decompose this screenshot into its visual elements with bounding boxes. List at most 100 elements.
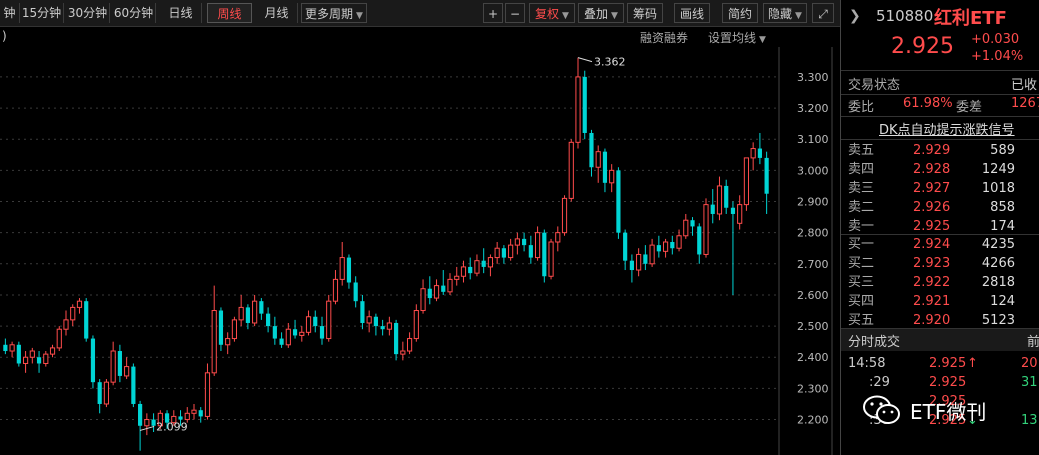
- more-periods-dropdown[interactable]: 更多周期 ▼: [301, 3, 367, 23]
- candle-body-up[interactable]: [191, 409, 197, 414]
- candle-body-down[interactable]: [259, 301, 264, 314]
- candle-body-down[interactable]: [36, 357, 42, 364]
- candle-body-down[interactable]: [131, 366, 136, 404]
- fuquan-dropdown[interactable]: 复权 ▼: [529, 3, 575, 23]
- candle-body-up[interactable]: [487, 257, 494, 268]
- candle-body-down[interactable]: [623, 232, 628, 261]
- candle-body-down[interactable]: [353, 282, 358, 302]
- candle-body-up[interactable]: [737, 204, 743, 224]
- candle-body-up[interactable]: [636, 253, 642, 271]
- candle-body-up[interactable]: [433, 285, 440, 299]
- candle-body-down[interactable]: [90, 338, 96, 383]
- candle-body-up[interactable]: [703, 204, 709, 255]
- candlestick-chart[interactable]: 3.300 3.200 3.100 3.000 2.900 2.800 2.700 2.600…: [0, 47, 840, 455]
- candle-body-up[interactable]: [662, 241, 669, 252]
- candle-body-down[interactable]: [629, 260, 634, 271]
- candle-body-up[interactable]: [110, 350, 116, 383]
- period-week-button[interactable]: 周线: [207, 3, 252, 23]
- candle-body-down[interactable]: [501, 248, 506, 258]
- candle-body-down[interactable]: [730, 207, 736, 214]
- candle-body-down[interactable]: [757, 148, 762, 158]
- candle-body-up[interactable]: [326, 300, 332, 340]
- candle-body-down[interactable]: [670, 242, 675, 249]
- bid-level-row[interactable]: 买四 2.921 124: [841, 292, 1039, 311]
- candle-body-up[interactable]: [508, 244, 514, 259]
- candle-body-down[interactable]: [360, 301, 365, 323]
- candle-body-down[interactable]: [313, 316, 318, 327]
- candle-body-down[interactable]: [117, 351, 122, 376]
- candle-body-down[interactable]: [266, 313, 271, 327]
- candle-body-down[interactable]: [724, 185, 729, 208]
- candle-body-up[interactable]: [305, 316, 312, 333]
- candle-body-up[interactable]: [238, 306, 244, 321]
- candle-body-down[interactable]: [710, 204, 715, 214]
- candle-body-up[interactable]: [568, 141, 574, 199]
- bid-level-row[interactable]: 买一 2.924 4235: [841, 235, 1039, 254]
- candle-body-up[interactable]: [454, 275, 460, 280]
- candle-body-up[interactable]: [595, 151, 601, 168]
- candle-body-down[interactable]: [589, 132, 594, 168]
- candle-body-up[interactable]: [49, 347, 56, 355]
- candle-body-down[interactable]: [394, 322, 399, 355]
- candle-body-up[interactable]: [683, 219, 689, 237]
- candle-body-up[interactable]: [548, 241, 554, 277]
- candle-body-up[interactable]: [555, 232, 561, 243]
- candle-body-down[interactable]: [656, 245, 661, 252]
- candle-body-up[interactable]: [22, 356, 29, 364]
- period-partial-button[interactable]: 钟: [0, 3, 20, 23]
- ask-level-row[interactable]: 卖四 2.928 1249: [841, 160, 1039, 179]
- candle-body-down[interactable]: [16, 344, 21, 364]
- zoom-in-button[interactable]: +: [483, 3, 503, 23]
- ask-level-row[interactable]: 卖二 2.926 858: [841, 198, 1039, 217]
- candle-body-up[interactable]: [676, 235, 682, 249]
- bid-level-row[interactable]: 买二 2.923 4266: [841, 254, 1039, 273]
- candle-body-down[interactable]: [602, 151, 608, 183]
- candle-body-up[interactable]: [29, 350, 35, 358]
- candle-body-up[interactable]: [332, 278, 339, 302]
- candle-body-up[interactable]: [561, 197, 568, 234]
- candle-body-down[interactable]: [468, 266, 473, 274]
- candle-body-down[interactable]: [764, 157, 769, 194]
- candle-body-down[interactable]: [441, 285, 446, 292]
- candle-body-down[interactable]: [481, 260, 486, 267]
- draw-line-button[interactable]: 画线: [674, 3, 710, 23]
- candle-body-up[interactable]: [534, 232, 541, 259]
- candle-body-up[interactable]: [575, 76, 581, 143]
- candle-body-down[interactable]: [319, 326, 325, 339]
- expand-icon[interactable]: ⤢: [812, 3, 834, 23]
- chevron-right-icon[interactable]: ❯: [849, 8, 861, 24]
- candle-body-up[interactable]: [299, 331, 305, 336]
- period-60min-button[interactable]: 60分钟: [112, 3, 156, 23]
- candle-body-up[interactable]: [743, 157, 750, 206]
- bid-level-row[interactable]: 买三 2.922 2818: [841, 273, 1039, 292]
- candle-body-up[interactable]: [43, 353, 49, 364]
- candle-body-up[interactable]: [252, 300, 258, 324]
- candle-body-down[interactable]: [218, 310, 224, 345]
- candle-body-down[interactable]: [346, 257, 352, 283]
- candle-body-down[interactable]: [84, 301, 89, 339]
- candle-body-down[interactable]: [178, 416, 183, 420]
- ask-level-row[interactable]: 卖五 2.929 589: [841, 141, 1039, 160]
- candle-body-down[interactable]: [522, 238, 527, 246]
- candle-body-up[interactable]: [420, 288, 426, 312]
- candle-body-down[interactable]: [279, 338, 284, 345]
- candle-body-down[interactable]: [582, 76, 587, 133]
- zoom-out-button[interactable]: −: [505, 3, 525, 23]
- candle-body-up[interactable]: [406, 338, 413, 352]
- dk-signal-link[interactable]: DK点自动提示涨跌信号: [879, 119, 1015, 138]
- candle-body-up[interactable]: [750, 148, 756, 159]
- period-day-button[interactable]: 日线: [160, 3, 202, 23]
- candle-body-up[interactable]: [204, 372, 211, 417]
- candle-body-down[interactable]: [373, 316, 378, 327]
- candle-body-down[interactable]: [272, 326, 277, 339]
- candle-body-down[interactable]: [690, 220, 695, 227]
- candle-body-up[interactable]: [447, 278, 453, 293]
- candle-body-up[interactable]: [231, 319, 238, 340]
- candle-body-up[interactable]: [649, 244, 655, 265]
- candle-body-up[interactable]: [56, 328, 62, 349]
- candle-body-down[interactable]: [245, 307, 250, 323]
- candle-body-up[interactable]: [225, 338, 231, 346]
- period-month-button[interactable]: 月线: [256, 3, 298, 23]
- candle-body-up[interactable]: [70, 306, 76, 321]
- candle-body-up[interactable]: [413, 310, 419, 340]
